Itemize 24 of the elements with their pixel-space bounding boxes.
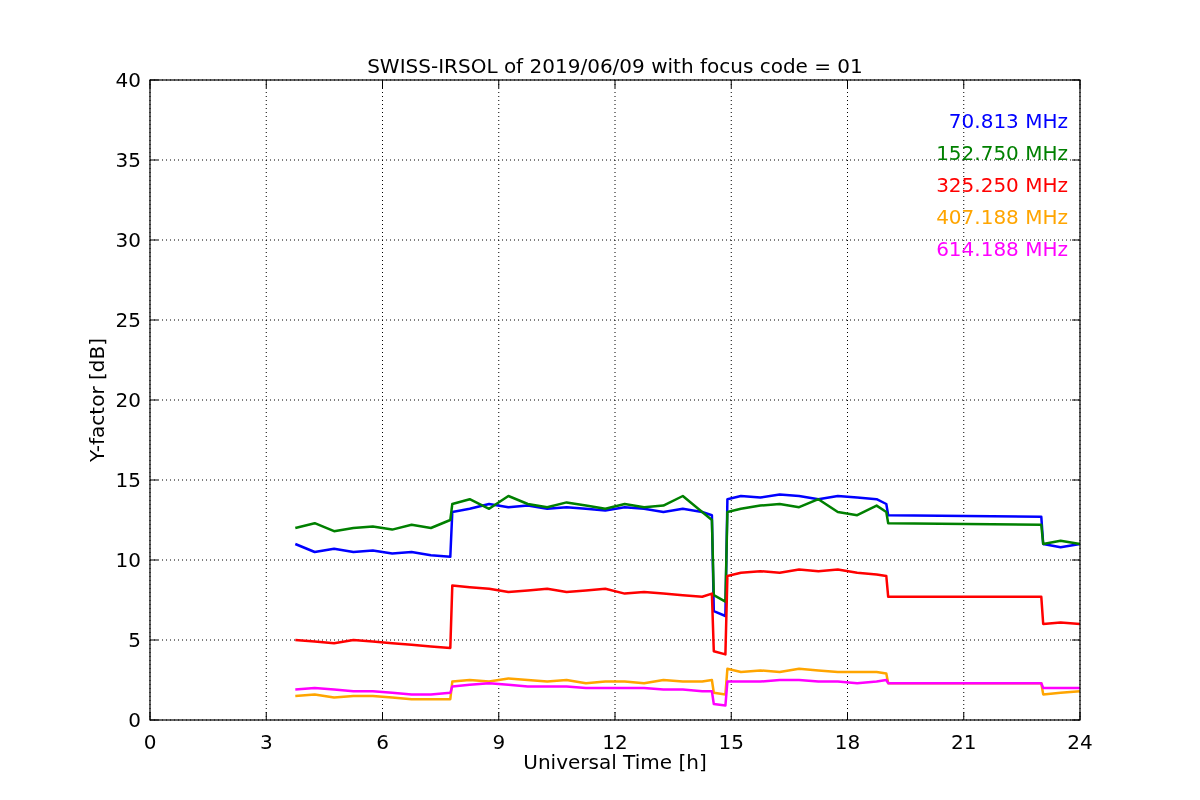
x-tick-label: 9 (492, 730, 506, 754)
y-tick-label: 35 (115, 148, 141, 172)
legend-label: 614.188 MHz (936, 237, 1068, 261)
y-tick-label: 20 (115, 388, 141, 412)
y-tick-label: 10 (115, 548, 141, 572)
x-tick-label: 3 (259, 730, 273, 754)
legend-label: 325.250 MHz (936, 173, 1068, 197)
y-tick-label: 15 (115, 468, 141, 492)
y-tick-label: 25 (115, 308, 141, 332)
legend-label: 152.750 MHz (936, 141, 1068, 165)
x-tick-label: 21 (951, 730, 977, 754)
x-tick-label: 6 (376, 730, 389, 754)
x-tick-label: 24 (1067, 730, 1093, 754)
y-tick-label: 30 (115, 228, 141, 252)
x-tick-label: 15 (718, 730, 744, 754)
y-tick-label: 5 (128, 628, 141, 652)
y-tick-label: 0 (128, 708, 141, 732)
y-axis-label: Y-factor [dB] (85, 338, 109, 462)
legend-label: 70.813 MHz (948, 109, 1068, 133)
x-tick-label: 18 (834, 730, 861, 754)
chart-title: SWISS-IRSOL of 2019/06/09 with focus code = 01 (367, 54, 863, 78)
x-tick-label: 0 (143, 730, 157, 754)
legend-label: 407.188 MHz (936, 205, 1068, 229)
y-tick-label: 40 (115, 68, 141, 92)
